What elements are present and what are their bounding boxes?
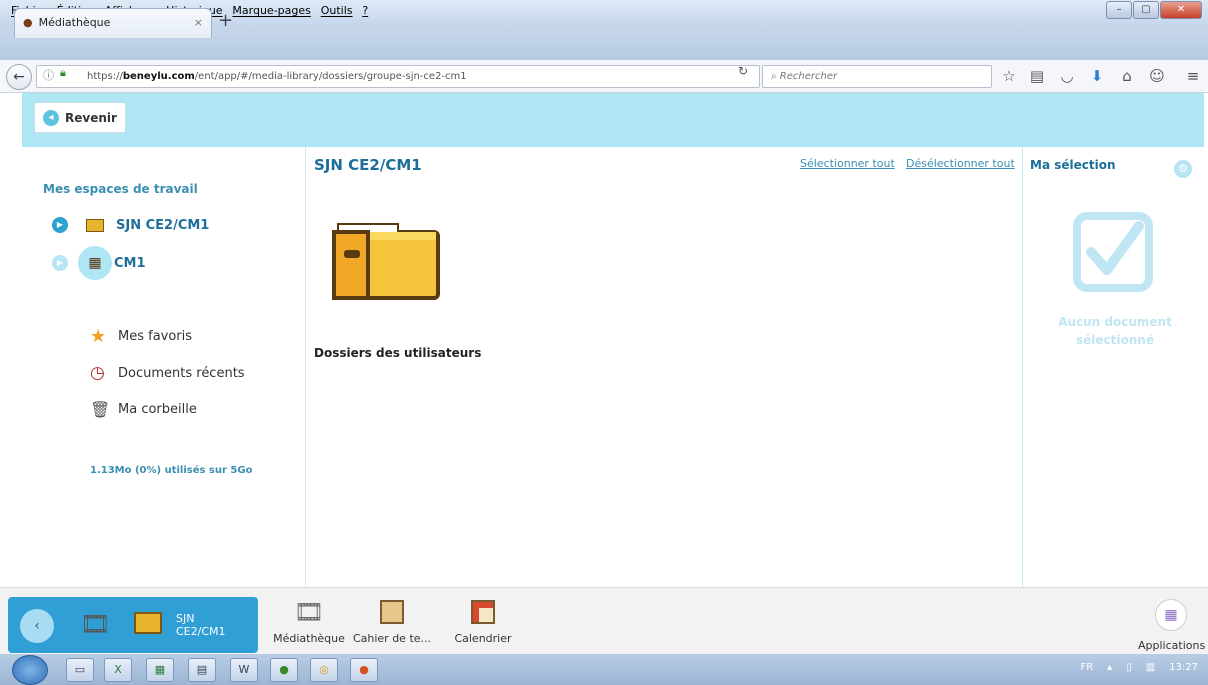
app-green-icon[interactable]: ● [270,658,298,682]
back-button-label: Revenir [65,110,117,125]
tray-device-icon[interactable]: ▯ [1126,662,1132,673]
dock-app-mediatheque[interactable]: 🎞︎ Médiathèque [272,598,346,645]
browser-back-button[interactable]: ← [6,64,32,90]
film-reel-icon: 🎞︎ [293,598,325,626]
home-icon[interactable]: ⌂ [1118,67,1136,85]
tab-close-icon[interactable]: × [194,16,203,29]
url-bar[interactable]: https://beneylu.com/ent/app/#/media-libr… [36,65,760,88]
dock-app-cahier[interactable]: Cahier de te... [352,598,432,645]
dock-app-label: Médiathèque [273,632,345,645]
explorer-icon[interactable]: ▭ [66,658,94,682]
sidebar-link-label: Ma corbeille [118,402,197,417]
box-folder-icon [332,223,440,300]
reading-list-icon[interactable]: ▤ [1028,67,1046,85]
hamburger-menu-icon[interactable]: ≡ [1184,67,1202,85]
info-icon[interactable]: ⓘ [43,67,54,83]
clock-icon: ◷ [90,363,105,383]
expand-icon[interactable]: ▶ [52,255,68,271]
dock-active-label: SJN CE2/CM1 [176,612,226,638]
dock-back-button[interactable]: ‹ [20,609,54,643]
chat-icon[interactable]: ☺ [1148,67,1166,85]
settings-icon[interactable]: ⚙ [1174,160,1192,178]
menu-outils[interactable]: Outils [318,0,356,17]
workspace-label: SJN CE2/CM1 [116,217,210,233]
workspace-item-cm1[interactable]: ▶ ▦ CM1 [52,246,146,280]
applications-button[interactable]: ▦ [1155,599,1187,631]
url-path: /ent/app/#/media-library/dossiers/groupe… [194,71,467,82]
workspace-label: CM1 [114,255,146,271]
app-header [22,93,1204,147]
back-arrow-icon: ◂ [43,109,59,126]
menu-help[interactable]: ? [359,0,371,17]
classroom-icon: ▦ [78,246,112,280]
dock-app-calendrier[interactable]: Calendrier [448,598,518,645]
dock-app-label: Calendrier [454,632,512,645]
sidebar-title: Mes espaces de travail [43,182,198,196]
dock-app-label: Cahier de te... [352,632,432,645]
checkbox-illustration-icon [1073,212,1153,292]
grid-icon: ▦ [1164,607,1178,623]
select-all-link[interactable]: Sélectionner tout [800,157,895,170]
start-button[interactable] [12,655,48,685]
clock[interactable]: 13:27 [1169,662,1198,673]
browser-tab[interactable]: ● Médiathèque × [14,8,212,38]
window-controls: – ▢ ✕ [1106,1,1202,19]
deselect-all-link[interactable]: Désélectionner tout [906,157,1015,170]
menu-marque-pages[interactable]: Marque-pages [229,0,313,17]
applications-label: Applications [1138,639,1206,652]
new-tab-button[interactable]: + [218,10,233,31]
page-title: SJN CE2/CM1 [314,156,422,174]
lock-icon: 🔒︎ [60,66,66,79]
main-content [306,147,1022,587]
document-icon[interactable]: ▤ [188,658,216,682]
system-tray: FR ▴ ▯ ▥ 13:27 [1080,662,1198,673]
sidebar-link-label: Mes favoris [118,329,193,344]
sidebar-link-corbeille[interactable]: 🗑︎ Ma corbeille [90,400,197,419]
back-button[interactable]: ◂ Revenir [34,102,126,133]
notebook-icon [380,600,404,624]
url-host: beneylu.com [122,71,195,82]
pocket-icon[interactable]: ◡ [1058,67,1076,85]
empty-selection-text: Aucun document sélectionné [1058,315,1172,347]
tab-title: Médiathèque [38,16,111,29]
minimize-button[interactable]: – [1106,1,1132,19]
trash-icon: 🗑︎ [90,400,111,419]
download-icon[interactable]: ⬇ [1088,67,1106,85]
search-input[interactable]: ⌕ Rechercher [762,65,992,88]
search-placeholder: Rechercher [779,71,838,82]
reload-icon[interactable]: ↻ [738,64,748,78]
favicon-icon: ● [23,16,33,29]
url-prefix: https:// [87,71,123,82]
app-orange-icon[interactable]: ◎ [310,658,338,682]
bookmark-star-icon[interactable]: ☆ [1000,67,1018,85]
star-icon: ★ [90,326,107,347]
film-reel-icon[interactable]: 🎞︎ [80,610,110,638]
workspace-item-sjn[interactable]: ▶ SJN CE2/CM1 [52,217,209,233]
sidebar-link-favoris[interactable]: ★ Mes favoris [90,326,192,347]
sidebar-link-label: Documents récents [118,365,245,381]
maximize-button[interactable]: ▢ [1133,1,1159,19]
os-taskbar [0,654,1208,685]
writer-icon[interactable]: W [230,658,258,682]
storage-quota: 1.13Mo (0%) utilisés sur 5Go [90,465,253,476]
sidebar-link-recents[interactable]: ◷ Documents récents [90,363,245,383]
navigation-bar: ← https://beneylu.com/ent/app/#/media-li… [0,60,1208,93]
tray-network-icon[interactable]: ▥ [1146,662,1155,673]
workspace-icon[interactable] [134,612,162,634]
expand-icon[interactable]: ▶ [52,217,68,233]
language-indicator[interactable]: FR [1080,662,1093,673]
firefox-icon[interactable]: ● [350,658,378,682]
folder-caption: Dossiers des utilisateurs [314,346,482,360]
calendar-icon [471,600,495,624]
close-window-button[interactable]: ✕ [1160,1,1202,19]
excel-icon[interactable]: X [104,658,132,682]
workspace-folder-icon [86,218,104,232]
spreadsheet-icon[interactable]: ▦ [146,658,174,682]
tray-arrow-icon[interactable]: ▴ [1107,662,1112,673]
search-icon: ⌕ [771,71,780,82]
user-folders-tile[interactable] [330,220,442,302]
selection-title: Ma sélection [1030,158,1116,172]
